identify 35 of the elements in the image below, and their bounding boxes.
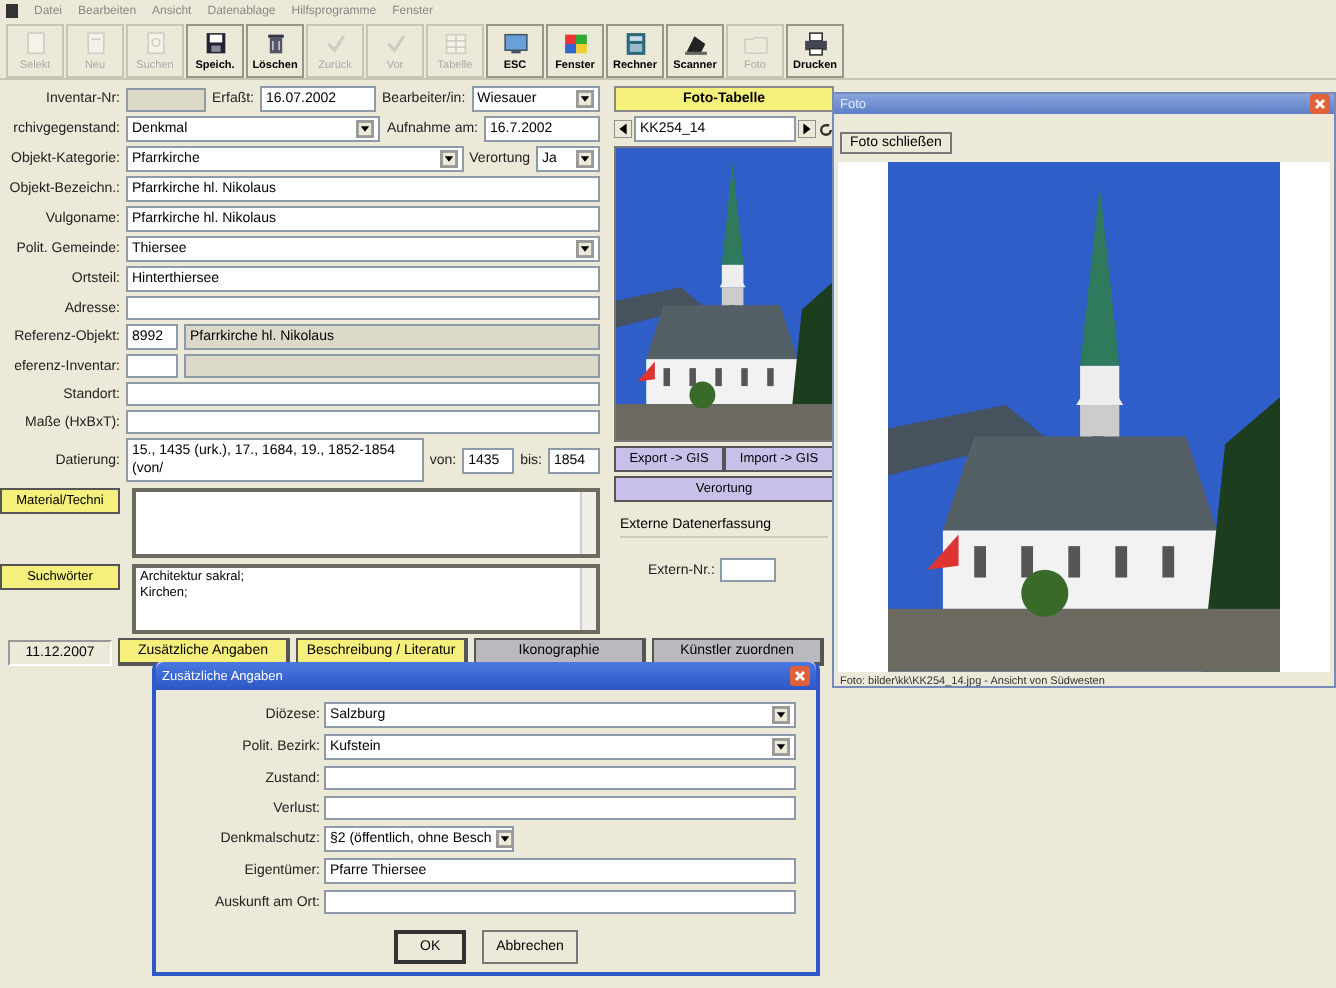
calculator-icon xyxy=(621,30,649,58)
dropdown-arrow-icon xyxy=(439,150,458,168)
text-field[interactable] xyxy=(126,354,178,378)
text-field[interactable] xyxy=(126,382,600,406)
document-icon xyxy=(21,30,49,58)
dropdown-arrow-icon xyxy=(495,830,514,848)
dropdown-arrow-icon xyxy=(772,706,790,724)
printer-icon xyxy=(801,30,829,58)
close-button[interactable] xyxy=(790,666,810,686)
scrollbar[interactable] xyxy=(580,568,596,630)
monitor-icon xyxy=(501,30,529,58)
dropdown-arrow-icon xyxy=(576,150,594,168)
readonly-field xyxy=(126,87,206,111)
scrollbar[interactable] xyxy=(580,492,596,554)
text-field[interactable] xyxy=(720,558,777,582)
text-area[interactable] xyxy=(132,488,600,558)
refresh-icon[interactable] xyxy=(818,121,834,137)
dropdown-arrow-icon xyxy=(576,240,594,258)
text-field[interactable] xyxy=(324,890,796,914)
text-field[interactable] xyxy=(126,410,600,434)
table-icon xyxy=(441,30,469,58)
close-button[interactable] xyxy=(1310,94,1330,114)
document-icon xyxy=(81,30,109,58)
next-record-button[interactable] xyxy=(798,120,816,138)
dropdown-arrow-icon xyxy=(772,738,790,756)
text-field[interactable] xyxy=(126,296,600,320)
app-icon xyxy=(6,4,18,18)
dropdown-arrow-icon xyxy=(356,120,375,138)
text-field[interactable] xyxy=(324,766,796,790)
dropdown-arrow-icon xyxy=(576,90,594,108)
text-field[interactable] xyxy=(324,796,796,820)
document-icon xyxy=(141,30,169,58)
window-icon xyxy=(561,30,589,58)
previous-record-button[interactable] xyxy=(614,120,632,138)
scanner-icon xyxy=(681,30,709,58)
